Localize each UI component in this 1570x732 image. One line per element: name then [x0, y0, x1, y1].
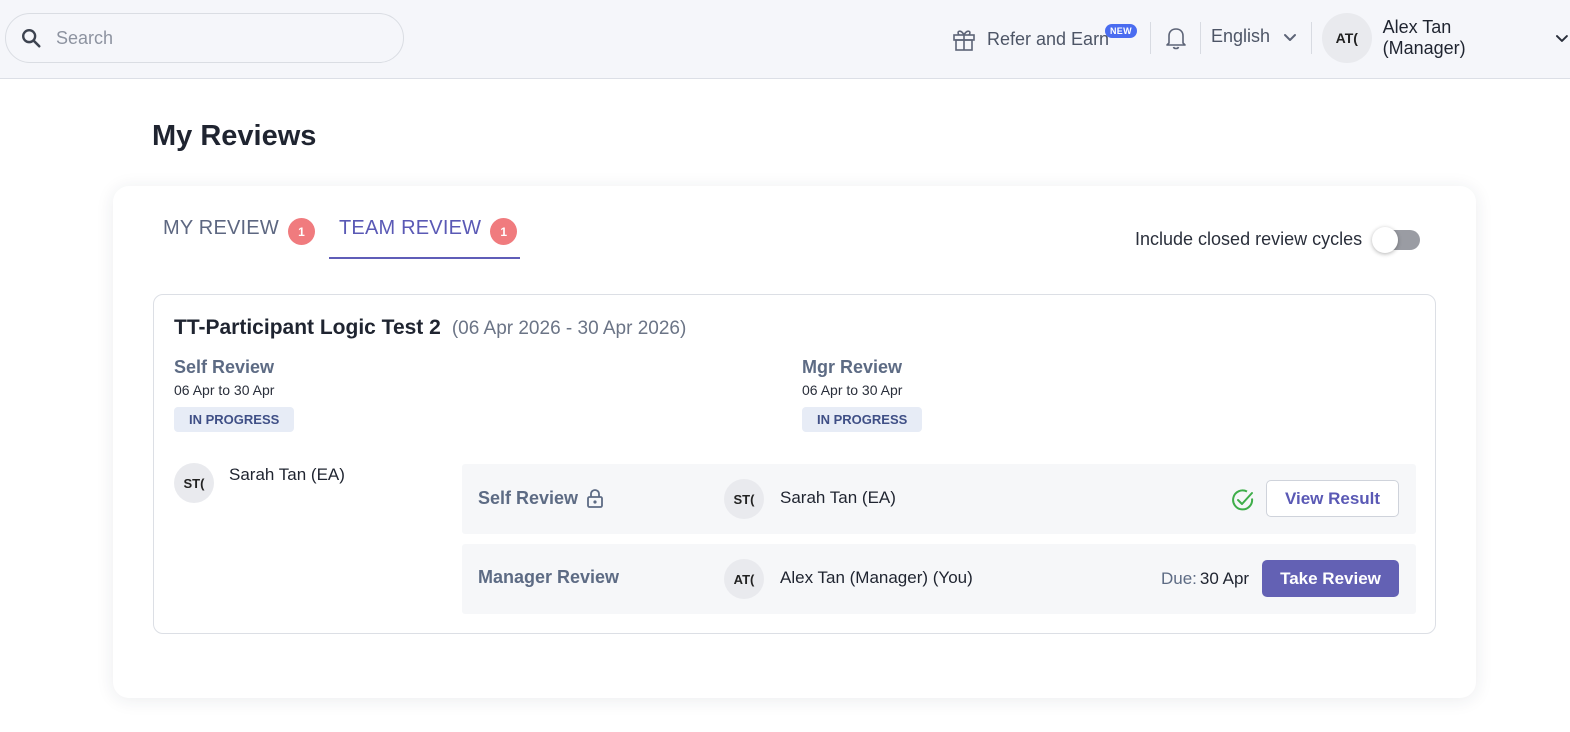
view-result-button[interactable]: View Result — [1266, 480, 1399, 517]
tab-my-review[interactable]: MY REVIEW 1 — [163, 214, 315, 259]
search-box[interactable] — [5, 13, 404, 63]
review-type-label: Manager Review — [478, 567, 620, 587]
status-badge: IN PROGRESS — [802, 407, 923, 432]
tab-label: TEAM REVIEW — [339, 217, 482, 239]
avatar: ST( — [174, 463, 214, 503]
reviewer-name: Alex Tan (Manager) (You) — [780, 568, 973, 587]
divider — [1200, 22, 1201, 54]
divider — [1150, 22, 1151, 54]
due-label: Due: — [1161, 569, 1197, 588]
stage-mgr-review: Mgr Review 06 Apr to 30 Apr IN PROGRESS — [802, 357, 923, 432]
divider — [1311, 22, 1312, 54]
review-type: Manager Review — [478, 567, 619, 588]
tab-label: MY REVIEW — [163, 217, 279, 239]
reviews-card: MY REVIEW 1 TEAM REVIEW 1 Include closed… — [113, 186, 1476, 698]
due-value: 30 Apr — [1199, 569, 1250, 588]
reviewer-name: Sarah Tan (EA) — [780, 488, 896, 507]
include-closed-toggle-row: Include closed review cycles — [1135, 226, 1421, 253]
user-menu[interactable]: AT( Alex Tan (Manager) — [1322, 13, 1570, 63]
include-closed-toggle[interactable] — [1372, 226, 1421, 253]
tab-team-review[interactable]: TEAM REVIEW 1 — [329, 214, 520, 259]
avatar: ST( — [724, 479, 764, 519]
page-title: My Reviews — [152, 120, 317, 152]
review-type-label: Self Review — [478, 487, 579, 508]
reviewee-name: Sarah Tan (EA) — [229, 465, 345, 484]
review-row-self: Self Review ST( Sarah Tan (EA) View Resu… — [462, 464, 1416, 534]
search-icon — [22, 29, 41, 48]
cycle-header: TT-Participant Logic Test 2 (06 Apr 2026… — [174, 316, 686, 340]
toggle-label: Include closed review cycles — [1135, 229, 1363, 249]
toggle-knob — [1372, 226, 1399, 253]
stage-title: Self Review — [174, 357, 275, 377]
stage-self-review: Self Review 06 Apr to 30 Apr IN PROGRESS — [174, 357, 295, 432]
take-review-button[interactable]: Take Review — [1262, 560, 1399, 597]
avatar: AT( — [1322, 13, 1372, 63]
due-date: Due: 30 Apr — [1161, 569, 1249, 589]
stage-range: 06 Apr to 30 Apr — [802, 382, 903, 398]
check-circle-icon — [1232, 489, 1254, 511]
refer-and-earn-link[interactable]: Refer and Earn NEW — [951, 24, 1137, 54]
top-bar: Refer and Earn NEW English AT( Alex Tan … — [0, 0, 1570, 79]
language-label: English — [1211, 26, 1271, 46]
review-type: Self Review — [478, 487, 606, 509]
review-cycle-panel: TT-Participant Logic Test 2 (06 Apr 2026… — [153, 294, 1436, 634]
lock-icon — [587, 489, 603, 508]
status-badge: IN PROGRESS — [174, 407, 295, 432]
avatar: AT( — [724, 559, 764, 599]
cycle-dates: (06 Apr 2026 - 30 Apr 2026) — [451, 318, 687, 339]
language-selector[interactable]: English — [1211, 26, 1298, 47]
stage-title: Mgr Review — [802, 357, 903, 377]
user-name: Alex Tan (Manager) — [1382, 17, 1466, 58]
bell-icon[interactable] — [1162, 24, 1190, 52]
reviewee: ST( Sarah Tan (EA) — [174, 463, 345, 503]
review-row-manager: Manager Review AT( Alex Tan (Manager) (Y… — [462, 544, 1416, 614]
refer-and-earn-label: Refer and Earn — [987, 28, 1110, 49]
stage-range: 06 Apr to 30 Apr — [174, 382, 275, 398]
count-badge: 1 — [490, 218, 518, 245]
count-badge: 1 — [287, 218, 315, 245]
gift-icon — [953, 30, 975, 51]
chevron-down-icon — [1556, 35, 1569, 42]
chevron-down-icon — [1284, 33, 1297, 41]
cycle-name: TT-Participant Logic Test 2 — [174, 316, 441, 339]
new-badge: NEW — [1105, 24, 1137, 38]
search-input[interactable] — [56, 27, 376, 49]
